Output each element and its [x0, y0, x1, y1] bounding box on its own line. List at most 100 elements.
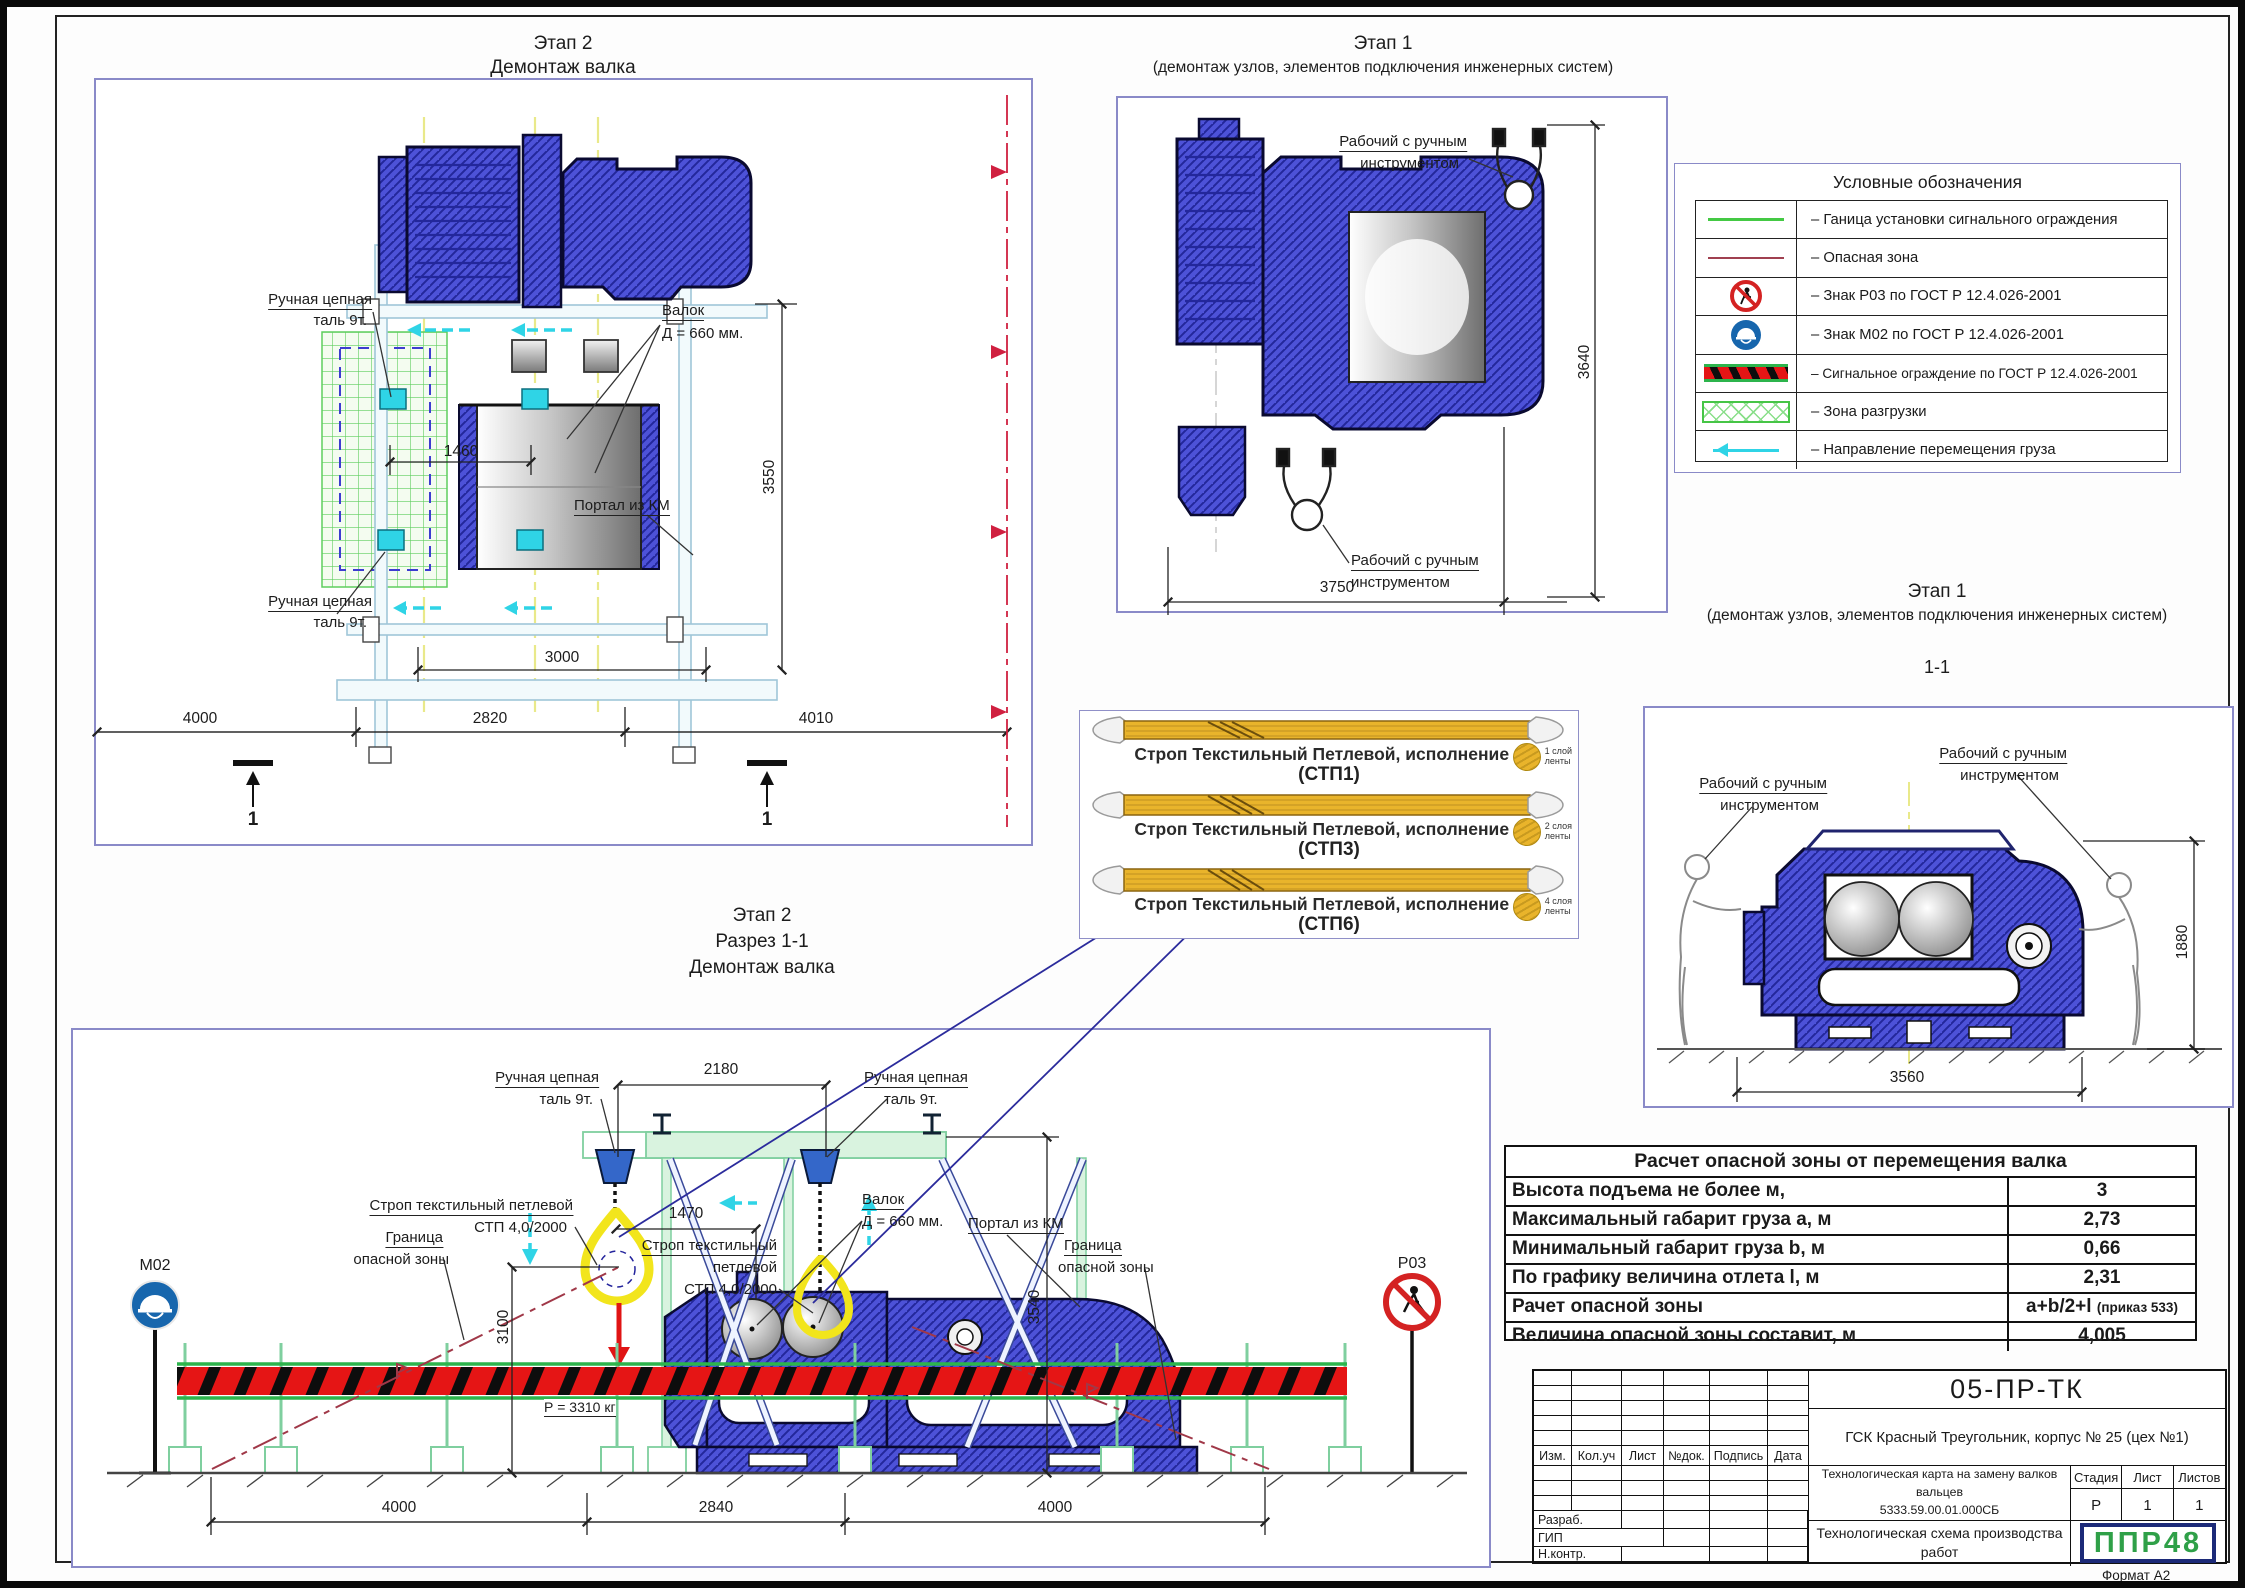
document-code: 05-ПР-ТК	[1809, 1371, 2225, 1409]
view-title: Этап 1	[1354, 33, 1413, 55]
sign-row: ГИП	[1534, 1529, 1622, 1547]
col-header: Изм.	[1534, 1446, 1572, 1466]
calc-value-note: (приказ 533)	[2097, 1300, 2178, 1315]
sign-m02-icon	[1729, 318, 1763, 352]
sling-label: Строп текстильный петлевой	[369, 1197, 573, 1216]
sign-row: Н.контр.	[1534, 1547, 1622, 1562]
view-subtitle: (демонтаж узлов, элементов подключения и…	[1153, 59, 1613, 77]
sling-label: СТП 4,0/2000	[684, 1281, 777, 1298]
company-logo: ППР48	[2080, 1523, 2216, 1563]
sling-note: ленты	[1545, 906, 1571, 916]
section-reference: 1-1	[1924, 657, 1950, 678]
calc-table-title: Расчет опасной зоны от перемещения валка	[1506, 1147, 2195, 1178]
worker-label: Рабочий с ручным	[1339, 133, 1467, 152]
calc-label: По графику величина отлета l, м	[1506, 1265, 2009, 1292]
machine-side-view	[1744, 831, 2083, 1049]
dimension-value: 4000	[183, 710, 217, 728]
dimension-value: 2840	[699, 1499, 733, 1517]
sling-name: Строп Текстильный Петлевой, исполнение 1	[1080, 744, 1578, 765]
signal-fence-icon	[1704, 364, 1788, 382]
legend-text: – Ганица установки сигнального ограждени…	[1797, 212, 2118, 228]
table-row: По графику величина отлета l, м 2,31	[1506, 1265, 2195, 1294]
legend-row: – Знак Р03 по ГОСТ Р 12.4.026-2001	[1696, 278, 2167, 316]
sling-code: (СТП3)	[1080, 839, 1578, 861]
calc-value: 3	[2009, 1178, 2195, 1205]
col-header: Подпись	[1710, 1446, 1768, 1466]
col-header: Лист	[1622, 1446, 1664, 1466]
drawing-sheet: Этап 2 Демонтаж валка Ручная цепная таль…	[0, 0, 2245, 1588]
section-number: 1	[248, 809, 259, 831]
legend-text: – Направление перемещения груза	[1797, 442, 2056, 458]
worker-label: Рабочий с ручным	[1351, 552, 1479, 571]
table-row: Максимальный габарит груза a, м 2,73	[1506, 1207, 2195, 1236]
legend-row: – Зона разгрузки	[1696, 393, 2167, 431]
col-header: №док.	[1664, 1446, 1710, 1466]
table-row: Высота подъема не более м, 3	[1506, 1178, 2195, 1207]
sheets-value: 1	[2174, 1489, 2225, 1521]
worker-label: Рабочий с ручным	[1939, 745, 2067, 764]
view-subtitle: (демонтаж узлов, элементов подключения и…	[1707, 607, 2167, 625]
danger-border-label: опасной зоны	[1058, 1259, 1154, 1276]
hoist-label: таль 9т.	[314, 614, 368, 631]
dimension-value: 4000	[1038, 1499, 1072, 1517]
sling-note: ленты	[1545, 756, 1571, 766]
view-title: Этап 2	[733, 905, 792, 927]
portal-label: Портал из КМ	[968, 1215, 1064, 1234]
stage-header: Стадия	[2071, 1466, 2122, 1489]
sling-band-icon	[1088, 713, 1568, 747]
unload-zone-icon	[1702, 401, 1790, 423]
title-block: Изм. Кол.уч Лист №док. Подпись Дата Разр…	[1532, 1369, 2227, 1564]
sling-note: 4 слоя	[1545, 896, 1572, 906]
legend-row: – Направление перемещения груза	[1696, 431, 2167, 468]
roll-label: Валок	[662, 302, 704, 321]
dimension-value: 1460	[444, 443, 478, 461]
danger-zone-line-icon	[1708, 257, 1784, 259]
dimension-value: 2180	[704, 1061, 738, 1079]
danger-border-label: Граница	[385, 1229, 443, 1248]
sling-row-stp6: Строп Текстильный Петлевой, исполнение 6…	[1080, 861, 1578, 936]
dimension-value: 1880	[2174, 925, 2192, 959]
legend-row: – Опасная зона	[1696, 239, 2167, 277]
title-block-revision-grid: Изм. Кол.уч Лист №док. Подпись Дата Разр…	[1534, 1371, 1809, 1562]
sling-label: Строп текстильный	[642, 1237, 777, 1256]
view-title: Этап 2	[534, 33, 593, 55]
dimension-value: 3540	[1026, 1290, 1044, 1324]
legend-text: – Сигнальное ограждение по ГОСТ Р 12.4.0…	[1797, 366, 2138, 381]
hoist-label: Ручная цепная	[268, 291, 372, 310]
signal-fence-border-line-icon	[1708, 218, 1784, 221]
view-title: Этап 1	[1908, 581, 1967, 603]
calc-label: Рачет опасной зоны	[1506, 1294, 2009, 1321]
hoist-label: Ручная цепная	[495, 1069, 599, 1088]
col-header: Дата	[1768, 1446, 1808, 1466]
sling-code: (СТП1)	[1080, 764, 1578, 786]
sling-band-icon	[1088, 863, 1568, 897]
legend-text: – Зона разгрузки	[1797, 404, 1926, 420]
calc-value: a+b/2+l	[2026, 1296, 2092, 1317]
worker-label: инструментом	[1360, 155, 1459, 172]
dimension-value: 3750	[1320, 579, 1354, 597]
sling-name: Строп Текстильный Петлевой, исполнение 3	[1080, 819, 1578, 840]
doc-title: Технологическая карта на замену валков в…	[1809, 1466, 2070, 1502]
calc-label: Величина опасной зоны составит, м	[1506, 1323, 2009, 1350]
sling-coil-icon	[1513, 893, 1541, 921]
sling-row-stp3: Строп Текстильный Петлевой, исполнение 3…	[1080, 786, 1578, 861]
sheets-header: Листов	[2174, 1466, 2225, 1489]
sling-note: 1 слой	[1545, 746, 1572, 756]
roll-diameter-label: Д = 660 мм.	[662, 325, 743, 342]
legend-row: – Ганица установки сигнального ограждени…	[1696, 201, 2167, 239]
roll-label: Валок	[862, 1191, 904, 1210]
hoist-label: таль 9т.	[540, 1091, 594, 1108]
sheet-value: 1	[2122, 1489, 2173, 1521]
calc-label: Максимальный габарит груза a, м	[1506, 1207, 2009, 1234]
legend-row: – Сигнальное ограждение по ГОСТ Р 12.4.0…	[1696, 355, 2167, 393]
legend-text: – Знак М02 по ГОСТ Р 12.4.026-2001	[1797, 327, 2064, 343]
view-title: Разрез 1-1	[715, 931, 808, 953]
table-row: Минимальный габарит груза b, м 0,66	[1506, 1236, 2195, 1265]
hoist-label: таль 9т.	[884, 1091, 938, 1108]
col-header: Кол.уч	[1572, 1446, 1622, 1466]
sling-types-panel: Строп Текстильный Петлевой, исполнение 1…	[1079, 710, 1579, 939]
sling-label: СТП 4,0/2000	[474, 1219, 567, 1236]
view-title: Демонтаж валка	[490, 57, 635, 79]
calc-value: 0,66	[2009, 1236, 2195, 1263]
dimension-value: 3550	[761, 460, 779, 494]
